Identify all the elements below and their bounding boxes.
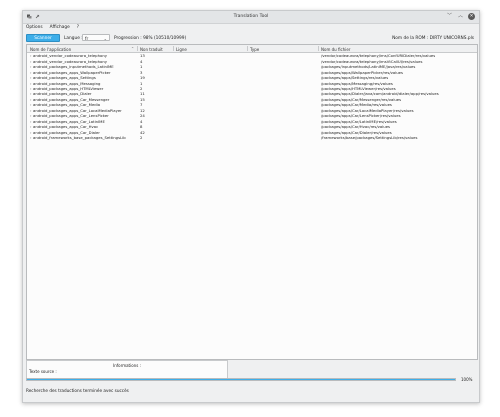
language-value: fr <box>85 36 89 41</box>
column-header-line[interactable]: Ligne <box>176 47 187 52</box>
menu-bar: Options Affichage ? <box>26 24 79 31</box>
progress-label: Progression : 98% (10510/10999) <box>114 36 187 41</box>
menu-view[interactable]: Affichage <box>50 25 70 30</box>
minimize-icon[interactable]: ﹀ <box>446 13 453 20</box>
column-separator[interactable] <box>247 46 248 51</box>
info-panel: Informations : Texte source : <box>26 360 228 379</box>
language-select[interactable]: fr ⌄ <box>82 34 110 41</box>
column-separator[interactable] <box>137 46 138 51</box>
progress-bar <box>26 378 456 381</box>
scan-button[interactable]: Scanner <box>26 34 60 42</box>
table-header: Nom de l'application ⌃ Non traduit Ligne… <box>27 45 477 53</box>
column-header-filename[interactable]: Nom du fichier <box>321 47 350 52</box>
table-body: ›android_vendor_codeaurora_telephony 13/v… <box>27 53 477 140</box>
main-window: Translation Tool ﹀ ︿ ✕ Options Affichage… <box>22 10 480 403</box>
source-text-label: Texte source : <box>29 369 57 374</box>
progress-percent: 100% <box>461 377 473 382</box>
menu-options[interactable]: Options <box>26 25 43 30</box>
language-label: Langue : <box>64 36 83 41</box>
maximize-icon[interactable]: ︿ <box>457 13 464 20</box>
column-separator[interactable] <box>173 46 174 51</box>
app-name-text: android_frameworks_base_packages_Setting… <box>33 134 126 140</box>
column-header-untranslated[interactable]: Non traduit <box>140 47 163 52</box>
cell-filename: /frameworks/base/packages/SettingsLib/re… <box>321 134 418 140</box>
status-bar-message: Recherche des traductions terminée avec … <box>26 388 129 393</box>
sort-up-icon[interactable]: ⌃ <box>131 46 134 51</box>
translation-table[interactable]: Nom de l'application ⌃ Non traduit Ligne… <box>26 44 478 360</box>
chevron-down-icon: ⌄ <box>103 36 107 41</box>
cell-untranslated-count: 2 <box>140 134 143 140</box>
table-row[interactable]: ›android_frameworks_base_packages_Settin… <box>27 135 477 140</box>
column-separator[interactable] <box>318 46 319 51</box>
info-title: Informations : <box>113 363 141 368</box>
window-title: Translation Tool <box>233 14 269 19</box>
column-header-type[interactable]: Type <box>250 47 259 52</box>
cell-app-name: ›android_frameworks_base_packages_Settin… <box>30 135 137 140</box>
title-bar: Translation Tool ﹀ ︿ ✕ <box>23 11 479 24</box>
close-icon[interactable]: ✕ <box>468 13 475 20</box>
menu-help[interactable]: ? <box>77 25 79 30</box>
toolbar: Scanner Langue : fr ⌄ Progression : 98% … <box>26 33 476 43</box>
progress-bar-fill <box>27 379 455 380</box>
rom-name-label: Nom de la ROM : DIRTY UNICORNS.pls <box>392 36 474 41</box>
column-header-app-name[interactable]: Nom de l'application <box>30 47 71 52</box>
